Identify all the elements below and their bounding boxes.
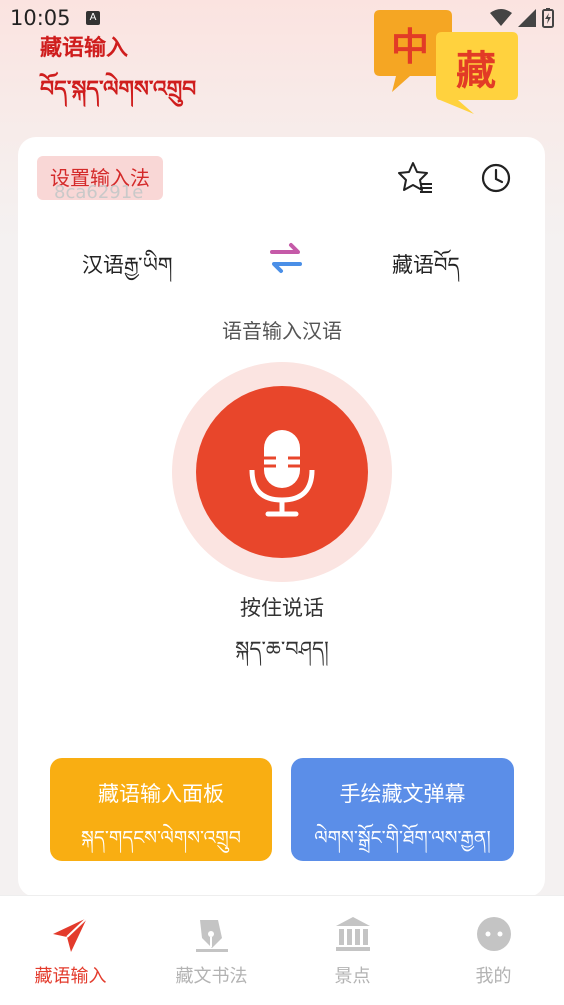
handwrite-button-label-zh: 手绘藏文弹幕: [339, 782, 466, 806]
tab-label: 藏语输入: [34, 966, 107, 987]
bottom-tab-bar: 藏语输入 藏文书法 景点 我的: [0, 895, 564, 1005]
favorites-icon[interactable]: [398, 160, 434, 196]
voice-mode-label: 语音输入汉语: [222, 319, 342, 343]
handwrite-danmaku-button[interactable]: 手绘藏文弹幕 ལེགས་སྒྲོང་གི་ཐོག་ལས་རྒྱན།: [291, 758, 514, 861]
watermark-text: 8ca6291e: [54, 182, 144, 203]
tab-calligraphy[interactable]: 藏文书法: [141, 896, 282, 1005]
battery-icon: [542, 8, 554, 28]
target-language-label[interactable]: 藏语བོད: [392, 242, 460, 301]
paper-plane-icon: [52, 917, 88, 952]
chat-bubble-icon: [476, 917, 511, 951]
status-time: 10:05: [10, 6, 71, 30]
history-clock-icon[interactable]: [478, 160, 514, 196]
tab-label: 景点: [334, 966, 371, 987]
app-title-chinese: 藏语输入: [40, 36, 129, 61]
tab-tibetan-input[interactable]: 藏语输入: [0, 896, 141, 1005]
app-logo: 中 藏: [374, 10, 518, 114]
logo-char-zang: 藏: [456, 48, 496, 94]
logo-char-zhong: 中: [391, 25, 429, 69]
pen-icon: [195, 920, 228, 952]
building-icon: [335, 917, 370, 951]
source-language-label[interactable]: 汉语རྒྱ་ཡིག: [82, 242, 173, 301]
tab-mine[interactable]: 我的: [423, 896, 564, 1005]
tibetan-input-panel-button[interactable]: 藏语输入面板 སྐད་གདངས་ལེགས་འགྲུབ: [50, 758, 272, 861]
handwrite-button-label-bo: ལེགས་སྒྲོང་གི་ཐོག་ལས་རྒྱན།: [314, 827, 491, 849]
notification-icon: A: [86, 11, 100, 25]
hold-to-speak-chinese: 按住说话: [240, 596, 324, 620]
tab-label: 藏文书法: [175, 966, 248, 987]
panel-button-label-zh: 藏语输入面板: [98, 782, 224, 806]
hold-to-speak-tibetan: སྐད་ཆ་བཤད།: [235, 637, 329, 661]
swap-language-icon[interactable]: [266, 238, 306, 278]
tab-scenic-spots[interactable]: 景点: [282, 896, 423, 1005]
tab-label: 我的: [475, 966, 512, 987]
microphone-icon: [249, 430, 315, 517]
app-title-tibetan: བོད་སྐད་ལེགས་འགྲུབ: [40, 77, 197, 102]
panel-button-label-bo: སྐད་གདངས་ལེགས་འགྲུབ: [81, 827, 241, 849]
